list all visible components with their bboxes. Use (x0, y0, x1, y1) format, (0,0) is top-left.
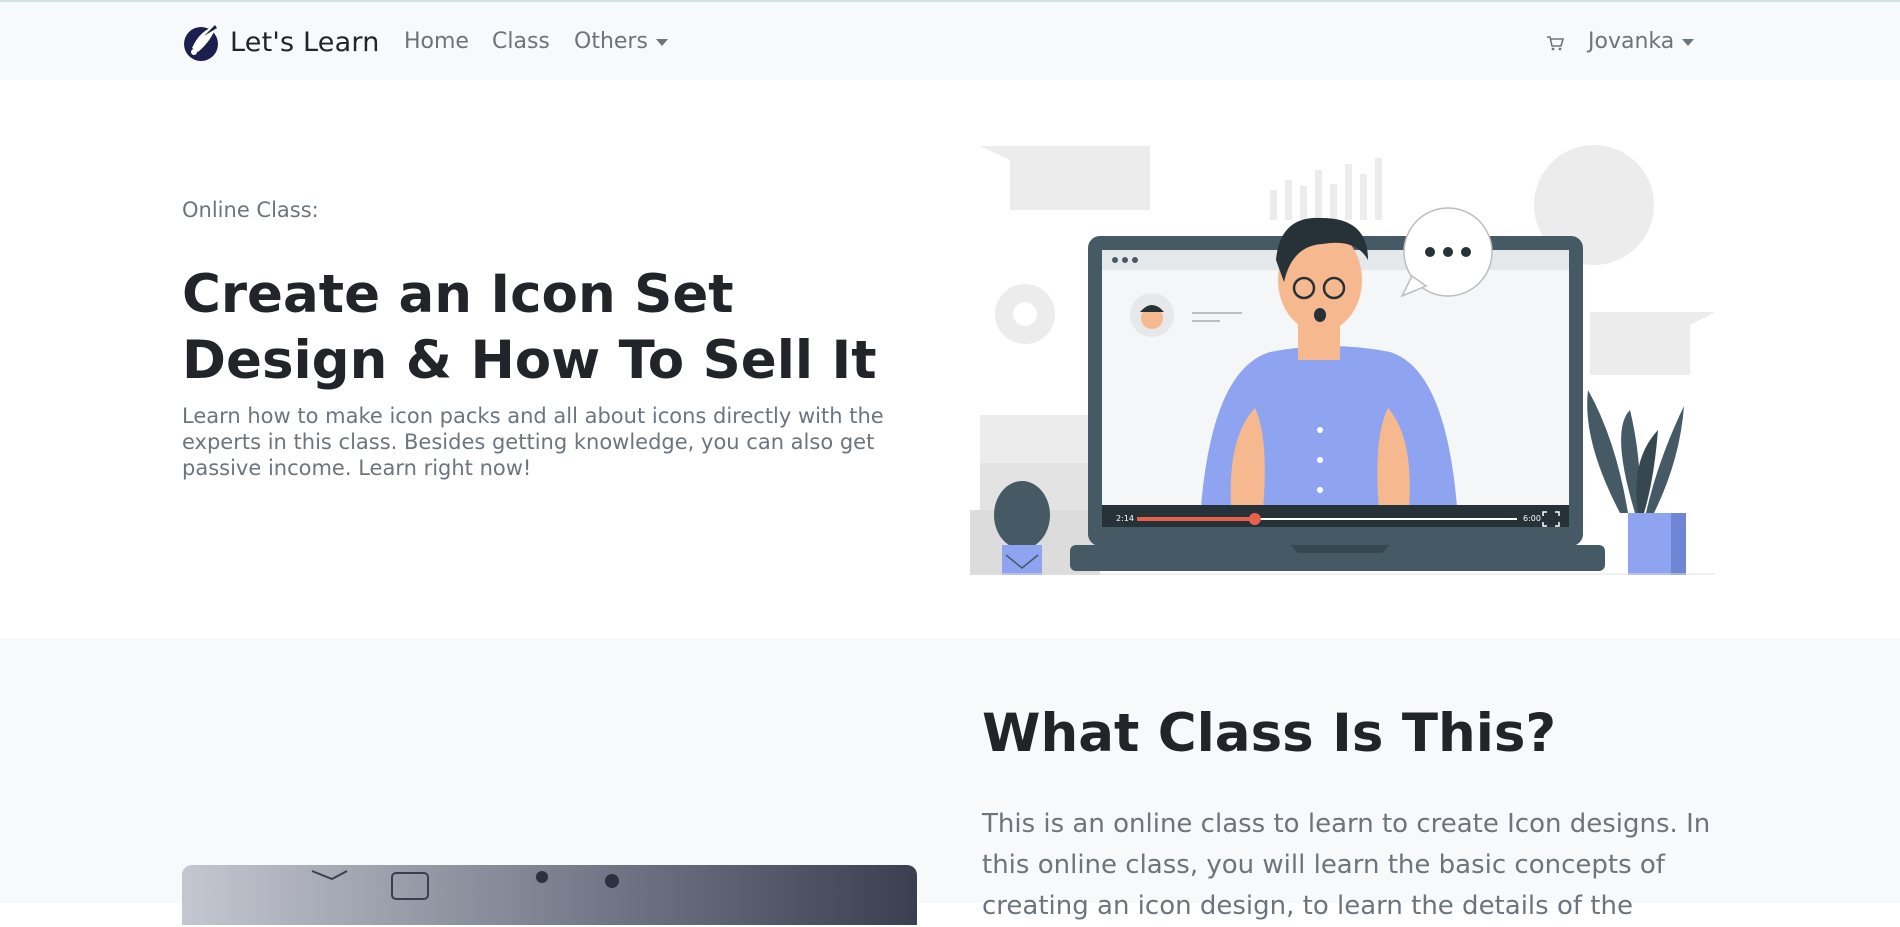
hero-eyebrow: Online Class: (182, 198, 319, 222)
icon-sketch-photo (182, 865, 917, 925)
nav-link-others-label: Others (574, 29, 648, 54)
about-title: What Class Is This? (982, 703, 1557, 764)
video-controls[interactable]: 2:14 6:00 (1102, 505, 1569, 527)
cart-icon[interactable] (1545, 33, 1565, 53)
cactus-plant (994, 481, 1050, 575)
about-image (182, 865, 917, 925)
nav-link-others[interactable]: Others (574, 29, 668, 54)
brand-logo-icon (184, 25, 218, 61)
video-progress-fill (1137, 517, 1255, 521)
hero-description: Learn how to make icon packs and all abo… (182, 404, 884, 480)
speech-bubble (1400, 207, 1493, 298)
hero-title: Create an Icon Set Design & How To Sell … (182, 264, 877, 391)
hero-illustration: 2:14 6:00 (970, 145, 1715, 575)
user-name: Jovanka (1588, 29, 1675, 54)
brand-name: Let's Learn (230, 26, 380, 58)
brand[interactable]: Let's Learn (182, 22, 380, 62)
video-duration: 6:00 (1523, 514, 1541, 523)
chevron-down-icon (655, 38, 668, 46)
user-menu[interactable]: Jovanka (1588, 29, 1695, 54)
about-text: This is an online class to learn to crea… (982, 809, 1711, 921)
video-progress-handle[interactable] (1248, 513, 1261, 525)
video-current-time: 2:14 (1116, 514, 1134, 523)
nav-link-class[interactable]: Class (492, 29, 550, 54)
navbar: Let's Learn Home Class Others Jovanka (0, 2, 1900, 80)
nav-link-home[interactable]: Home (404, 29, 469, 54)
chevron-down-icon (1682, 38, 1695, 46)
